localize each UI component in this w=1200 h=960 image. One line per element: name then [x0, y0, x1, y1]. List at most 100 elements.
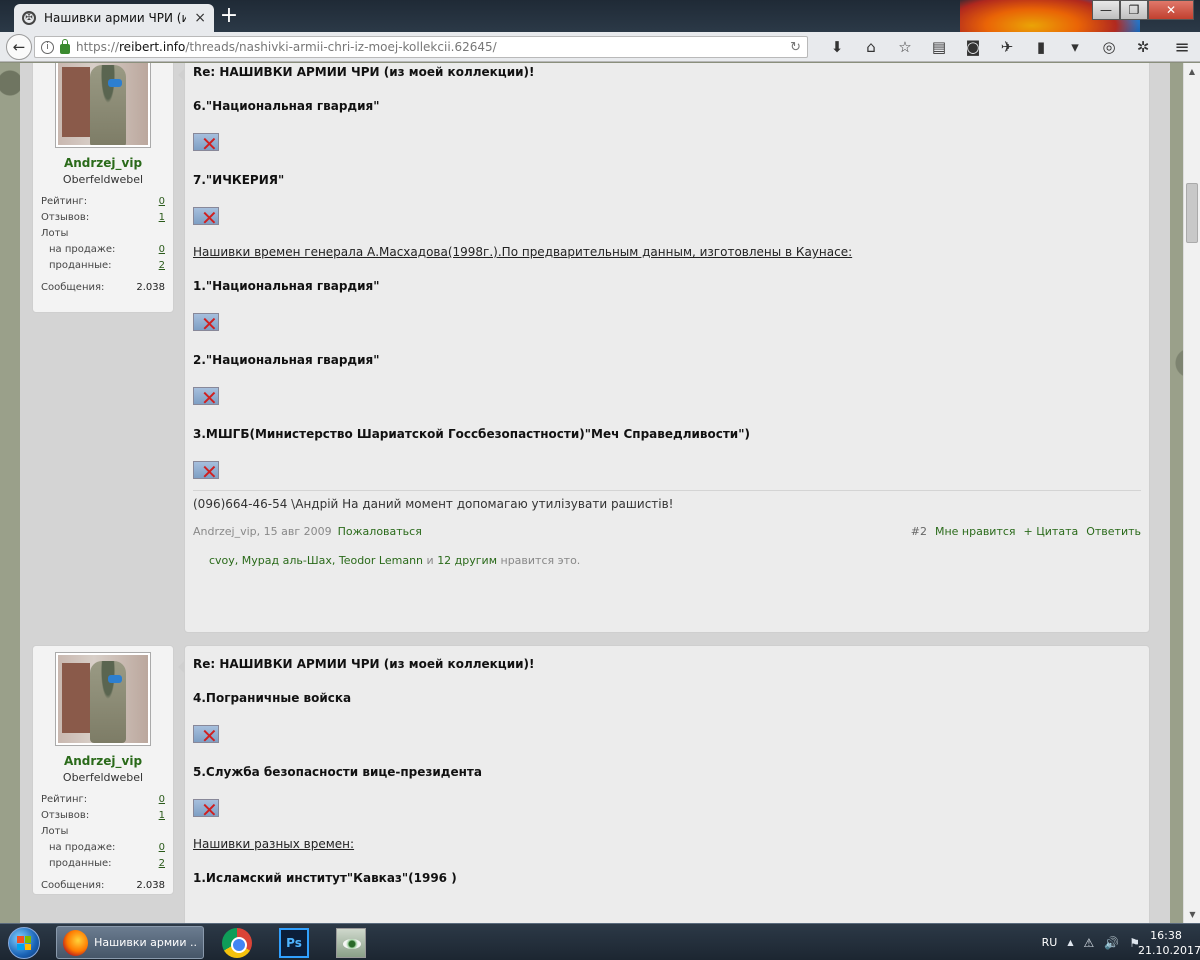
- stat-messages: Сообщения: 2.038: [33, 280, 173, 296]
- likes-summary: cvoy, Мурад аль-Шах, Teodor Lemann и 12 …: [193, 554, 1141, 567]
- volume-icon[interactable]: 🔊: [1104, 936, 1119, 950]
- sold-link[interactable]: 2: [159, 856, 165, 872]
- post-line: 7."ИЧКЕРИЯ": [193, 173, 285, 187]
- taskbar-firefox-window[interactable]: Нашивки армии ...: [56, 926, 204, 959]
- user-rank: Oberfeldwebel: [62, 771, 144, 784]
- tab-close-icon[interactable]: ×: [194, 10, 206, 26]
- taskbar-window-title: Нашивки армии ...: [94, 936, 197, 949]
- username-link[interactable]: Andrzej_vip: [33, 754, 173, 768]
- post-line: 6."Национальная гвардия": [193, 99, 380, 113]
- stat-label: Лоты: [41, 826, 69, 837]
- rating-link[interactable]: 0: [159, 792, 165, 808]
- url-text[interactable]: https://reibert.info/threads/nashivki-ar…: [76, 40, 784, 54]
- scroll-down-icon[interactable]: ▼: [1184, 906, 1200, 923]
- extension-dark-icon[interactable]: ▮: [1024, 32, 1058, 62]
- broken-image-icon[interactable]: ✕: [193, 796, 223, 820]
- messages-count: 2.038: [136, 282, 165, 293]
- network-warning-icon[interactable]: ⚠: [1084, 936, 1095, 950]
- quote-link[interactable]: + Цитата: [1024, 525, 1079, 538]
- post-message: Re: НАШИВКИ АРМИИ ЧРИ (из моей коллекции…: [178, 645, 1150, 923]
- new-tab-button[interactable]: +: [218, 3, 240, 29]
- sold-link[interactable]: 2: [159, 258, 165, 274]
- likes-names[interactable]: cvoy, Мурад аль-Шах, Teodor Lemann: [209, 554, 423, 567]
- extension-puzzle-icon[interactable]: ✲: [1126, 32, 1160, 62]
- system-clock[interactable]: 16:38 21.10.2017: [1138, 928, 1200, 958]
- stat-label: Сообщения:: [41, 282, 105, 293]
- minimize-button[interactable]: —: [1092, 0, 1120, 20]
- on-sale-link[interactable]: 0: [159, 840, 165, 856]
- reload-icon[interactable]: ↻: [790, 40, 801, 55]
- post-footer: Andrzej_vip, 15 авг 2009 Пожаловаться #2 …: [193, 525, 1141, 538]
- post-line: 3.МШГБ(Министерство Шариатской Госсбезоп…: [193, 427, 750, 441]
- reviews-link[interactable]: 1: [159, 210, 165, 226]
- on-sale-link[interactable]: 0: [159, 242, 165, 258]
- stat-rating: Рейтинг: 0: [33, 792, 173, 808]
- menu-hamburger-icon[interactable]: ≡: [1170, 36, 1194, 58]
- show-hidden-icons-icon[interactable]: ▲: [1067, 938, 1073, 947]
- browser-tab[interactable]: ✠ Нашивки армии ЧРИ (из мо ×: [14, 4, 214, 32]
- post-line: 2."Национальная гвардия": [193, 353, 380, 367]
- stat-label: Рейтинг:: [41, 794, 88, 805]
- system-tray: RU ▲ ⚠ 🔊 ⚑: [1042, 924, 1140, 960]
- likes-suffix: нравится это.: [497, 554, 581, 567]
- site-info-icon[interactable]: i: [41, 40, 54, 54]
- broken-image-icon[interactable]: ✕: [193, 384, 223, 408]
- post-line: 5.Служба безопасности вице-президента: [193, 765, 482, 779]
- post-author-date[interactable]: Andrzej_vip, 15 авг 2009: [193, 525, 332, 538]
- messages-count: 2.038: [136, 880, 165, 891]
- extension-dropdown-icon[interactable]: ▾: [1058, 32, 1092, 62]
- post-actions: #2 Мне нравится + Цитата Ответить: [911, 525, 1141, 538]
- extension-ghost-icon[interactable]: ◎: [1092, 32, 1126, 62]
- broken-image-icon[interactable]: ✕: [193, 130, 223, 154]
- stat-label: Отзывов:: [41, 810, 90, 821]
- scroll-up-icon[interactable]: ▲: [1184, 63, 1200, 80]
- page-viewport: Andrzej_vip Oberfeldwebel Рейтинг: 0 Отзы…: [0, 63, 1200, 923]
- avatar-detail: [108, 675, 122, 683]
- downloads-icon[interactable]: ⬇: [820, 32, 854, 62]
- rating-link[interactable]: 0: [159, 194, 165, 210]
- reply-link[interactable]: Ответить: [1086, 525, 1141, 538]
- broken-image-icon[interactable]: ✕: [193, 458, 223, 482]
- post-number-link[interactable]: #2: [911, 525, 927, 538]
- tab-title: Нашивки армии ЧРИ (из мо: [44, 11, 187, 25]
- stat-label: проданные:: [49, 858, 112, 869]
- report-link[interactable]: Пожаловаться: [338, 525, 422, 538]
- avatar-image: [58, 63, 148, 145]
- close-window-button[interactable]: ✕: [1148, 0, 1194, 20]
- avatar[interactable]: [55, 63, 151, 148]
- windows-taskbar: Нашивки армии ... Ps RU ▲ ⚠ 🔊 ⚑ 16:38 21…: [0, 923, 1200, 960]
- bookmark-star-icon[interactable]: ☆: [888, 32, 922, 62]
- page-scrollbar[interactable]: ▲ ▼: [1183, 63, 1200, 923]
- maximize-button[interactable]: ❐: [1120, 0, 1148, 20]
- home-icon[interactable]: ⌂: [854, 32, 888, 62]
- avatar-figure: [90, 65, 126, 145]
- username-link[interactable]: Andrzej_vip: [33, 156, 173, 170]
- toolbar-icons: ⬇ ⌂ ☆ ▤ ◙ ✈ ▮ ▾ ◎ ✲: [820, 32, 1160, 62]
- stat-lots: Лоты: [33, 226, 173, 242]
- start-button[interactable]: [4, 925, 44, 960]
- url-domain: reibert.info: [119, 40, 186, 54]
- post-section-heading: Нашивки разных времен:: [193, 837, 355, 851]
- likes-others-link[interactable]: 12 другим: [437, 554, 497, 567]
- back-button[interactable]: ←: [6, 33, 32, 60]
- reader-icon[interactable]: ▤: [922, 32, 956, 62]
- stat-lots: Лоты: [33, 824, 173, 840]
- language-indicator[interactable]: RU: [1042, 936, 1058, 949]
- image-error-mark: ✕: [201, 132, 218, 156]
- broken-image-icon[interactable]: ✕: [193, 310, 223, 334]
- like-link[interactable]: Мне нравится: [935, 525, 1016, 538]
- avatar[interactable]: [55, 652, 151, 746]
- reviews-link[interactable]: 1: [159, 808, 165, 824]
- pocket-icon[interactable]: ◙: [956, 32, 990, 62]
- photoshop-icon[interactable]: Ps: [279, 928, 309, 958]
- image-error-mark: ✕: [201, 798, 218, 822]
- chrome-icon[interactable]: [222, 928, 252, 958]
- avatar-image: [58, 655, 148, 743]
- back-arrow-icon: ←: [12, 37, 26, 56]
- broken-image-icon[interactable]: ✕: [193, 204, 223, 228]
- address-bar[interactable]: i https://reibert.info/threads/nashivki-…: [34, 36, 808, 58]
- scroll-thumb[interactable]: [1186, 183, 1198, 243]
- eye-app-icon[interactable]: [336, 928, 366, 958]
- extension-send-icon[interactable]: ✈: [990, 32, 1024, 62]
- broken-image-icon[interactable]: ✕: [193, 722, 223, 746]
